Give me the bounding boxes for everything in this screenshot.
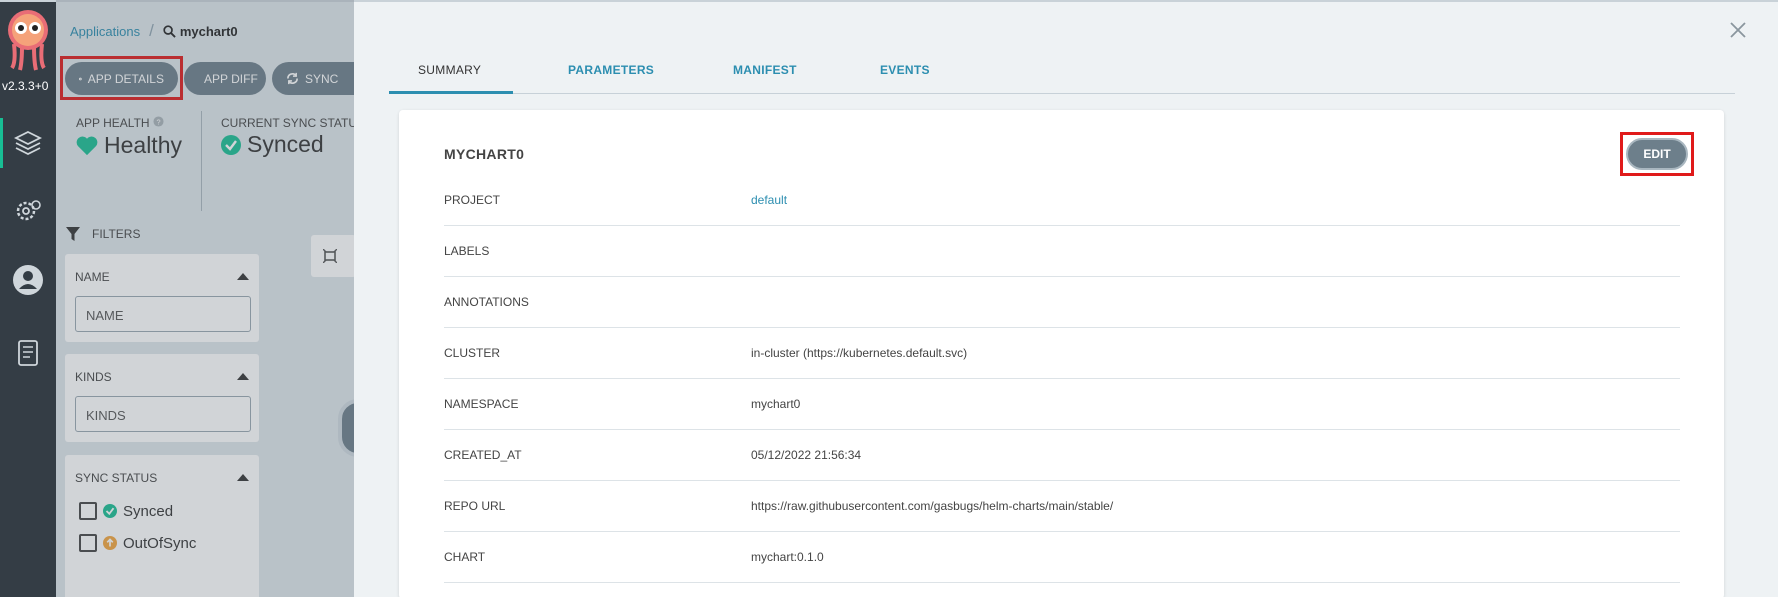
summary-row-labels: LABELS xyxy=(444,226,1680,277)
docs-book-icon[interactable] xyxy=(10,335,46,371)
active-tab-underline xyxy=(389,91,513,94)
row-value: mychart0 xyxy=(751,397,801,411)
summary-row-repo-url: REPO URL https://raw.githubusercontent.c… xyxy=(444,481,1680,532)
summary-row-project: PROJECT default xyxy=(444,175,1680,226)
left-nav: v2.3.3+0 xyxy=(0,0,56,597)
highlight-box-edit xyxy=(1620,132,1694,176)
project-link[interactable]: default xyxy=(751,193,787,207)
app-details-panel: SUMMARY PARAMETERS MANIFEST EVENTS MYCHA… xyxy=(354,2,1778,597)
row-key: NAMESPACE xyxy=(444,397,519,411)
summary-row-namespace: NAMESPACE mychart0 xyxy=(444,379,1680,430)
user-account-icon[interactable] xyxy=(10,262,46,298)
row-value: https://raw.githubusercontent.com/gasbug… xyxy=(751,499,1114,513)
summary-row-annotations: ANNOTATIONS xyxy=(444,277,1680,328)
row-key: REPO URL xyxy=(444,499,506,513)
tab-summary[interactable]: SUMMARY xyxy=(418,63,481,77)
summary-row-created-at: CREATED_AT 05/12/2022 21:56:34 xyxy=(444,430,1680,481)
tab-parameters[interactable]: PARAMETERS xyxy=(568,63,654,77)
row-key: CHART xyxy=(444,550,486,564)
summary-row-cluster: CLUSTER in-cluster (https://kubernetes.d… xyxy=(444,328,1680,379)
close-icon[interactable] xyxy=(1728,20,1748,40)
argo-logo[interactable] xyxy=(6,6,50,72)
overlay-backdrop[interactable] xyxy=(56,0,354,597)
tab-events[interactable]: EVENTS xyxy=(880,63,930,77)
row-key: CLUSTER xyxy=(444,346,501,360)
summary-card: MYCHART0 EDIT PROJECT default LABELS ANN… xyxy=(399,110,1724,597)
details-tabs: SUMMARY PARAMETERS MANIFEST EVENTS xyxy=(389,50,1735,94)
app-title: MYCHART0 xyxy=(444,146,525,162)
row-key: PROJECT xyxy=(444,193,501,207)
settings-gear-icon[interactable] xyxy=(10,193,46,229)
active-indicator xyxy=(0,118,3,168)
row-key: CREATED_AT xyxy=(444,448,522,462)
tab-manifest[interactable]: MANIFEST xyxy=(733,63,797,77)
row-value: mychart:0.1.0 xyxy=(751,550,824,564)
version-label: v2.3.3+0 xyxy=(2,79,49,93)
row-key: LABELS xyxy=(444,244,490,258)
row-value: in-cluster (https://kubernetes.default.s… xyxy=(751,346,968,360)
applications-layers-icon[interactable] xyxy=(10,125,46,161)
row-key: ANNOTATIONS xyxy=(444,295,529,309)
summary-row-chart: CHART mychart:0.1.0 xyxy=(444,532,1680,583)
row-value: 05/12/2022 21:56:34 xyxy=(751,448,862,462)
